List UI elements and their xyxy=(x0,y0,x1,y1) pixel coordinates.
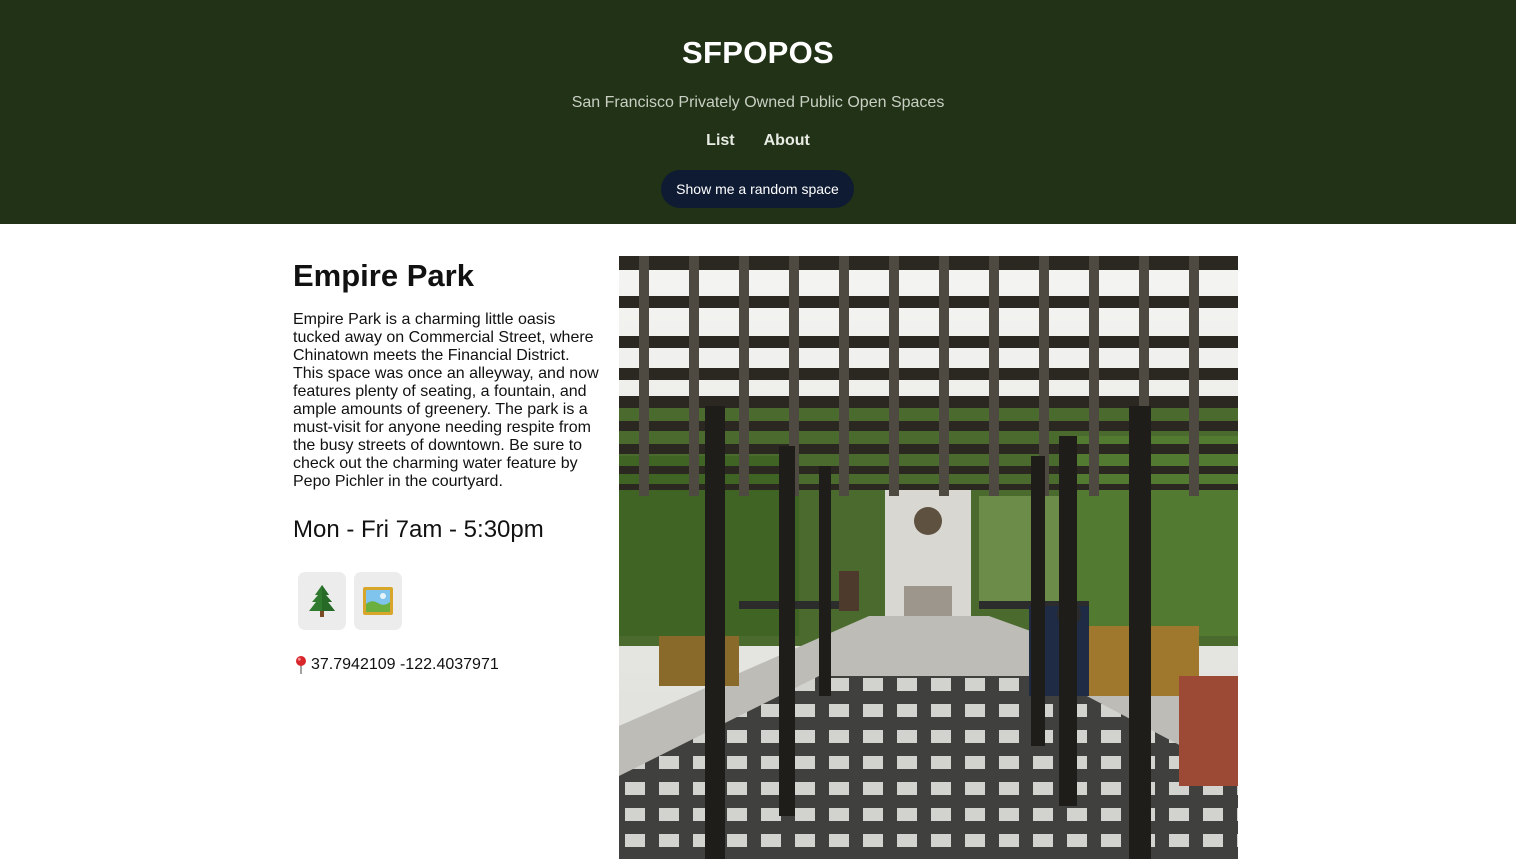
site-header: SFPOPOS San Francisco Privately Owned Pu… xyxy=(0,0,1516,224)
random-space-button[interactable]: Show me a random space xyxy=(661,170,854,208)
space-photo xyxy=(619,256,1238,859)
feature-greenery[interactable] xyxy=(298,572,346,630)
location-coordinates: 37.7942109 -122.4037971 xyxy=(311,656,499,673)
feature-list xyxy=(293,572,603,630)
round-pushpin-icon xyxy=(293,655,309,675)
nav-link-about[interactable]: About xyxy=(764,131,810,151)
nav-link-list[interactable]: List xyxy=(706,131,734,151)
space-title: Empire Park xyxy=(293,258,474,293)
main-nav: List About xyxy=(0,131,1516,151)
site-subtitle: San Francisco Privately Owned Public Ope… xyxy=(571,94,945,111)
tree-icon xyxy=(307,584,337,618)
space-hours: Mon - Fri 7am - 5:30pm xyxy=(293,516,544,543)
space-description: Empire Park is a charming little oasis t… xyxy=(293,311,599,490)
space-details: Empire Park Empire Park is a charming li… xyxy=(293,256,603,675)
framed-picture-icon xyxy=(362,586,394,616)
location: 37.7942109 -122.4037971 xyxy=(293,655,603,675)
feature-public-art[interactable] xyxy=(354,572,402,630)
site-title[interactable]: SFPOPOS xyxy=(0,33,1516,73)
